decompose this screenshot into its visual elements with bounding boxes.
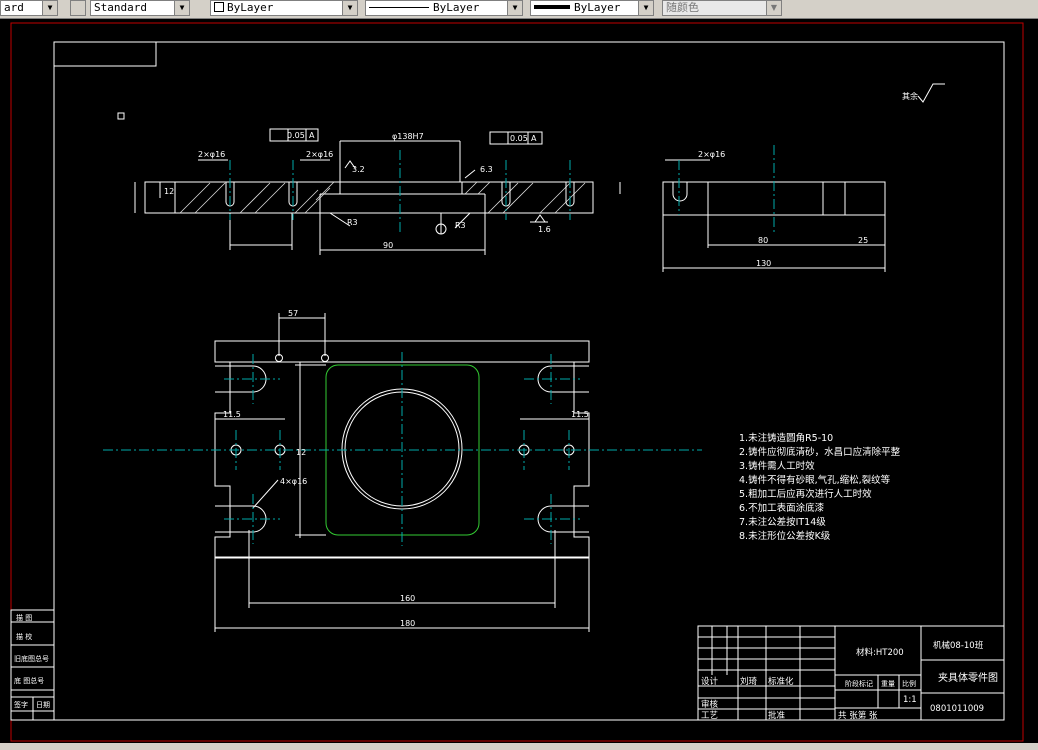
drawing-canvas[interactable]: 0.05 A 0.05 A φ138H7 90 R3 R3 1.6 6.3 3.… xyxy=(0,19,1038,743)
left-strip-label: 签字 xyxy=(14,700,28,709)
tolerance-value-1: 0.05 xyxy=(287,131,305,140)
hole-callout-side: 2×φ16 xyxy=(698,150,725,159)
color-value: 随颜色 xyxy=(666,1,699,14)
snap-marker xyxy=(117,112,125,120)
reviewer-label: 审核 xyxy=(701,699,719,710)
stage-label: 阶段标记 xyxy=(845,679,873,688)
left-strip-label: 描 校 xyxy=(16,632,32,641)
linetype-select[interactable]: ByLayer ▼ xyxy=(365,0,523,16)
datum-label-2: A xyxy=(531,134,537,143)
note-line: 8.未注形位公差按K级 xyxy=(739,530,831,542)
roughness-value-1: 1.6 xyxy=(538,225,551,234)
hole-callout-mid: 2×φ16 xyxy=(306,150,333,159)
plan-dim-160: 160 xyxy=(400,594,415,603)
class-label: 机械08-10班 xyxy=(933,640,984,651)
left-strip-label: 日期 xyxy=(36,701,50,709)
roughness-value-3: 3.2 xyxy=(352,165,365,174)
radius-dim-1: R3 xyxy=(347,218,358,227)
plan-dim-57: 57 xyxy=(288,309,298,318)
lineweight-sample-icon xyxy=(534,5,570,9)
text-style-value: ard xyxy=(4,1,24,14)
chevron-down-icon[interactable]: ▼ xyxy=(342,1,357,15)
left-strip-label: 底 图总号 xyxy=(14,676,44,685)
approve-label: 批准 xyxy=(768,710,786,721)
chevron-down-icon[interactable]: ▼ xyxy=(766,1,781,15)
dim-style-select[interactable]: Standard ▼ xyxy=(90,0,190,16)
width-dimension-90: 90 xyxy=(383,241,393,250)
color-select[interactable]: 随颜色 ▼ xyxy=(662,0,782,16)
properties-toolbar: ard ▼ Standard ▼ ByLayer ▼ ByLayer ▼ ByLayer… xyxy=(0,0,1038,19)
plan-dim-12: 12 xyxy=(296,448,306,457)
side-dim-25: 25 xyxy=(858,236,868,245)
front-view-axes xyxy=(229,150,571,235)
part-name: 夹具体零件图 xyxy=(938,671,998,684)
chevron-down-icon[interactable]: ▼ xyxy=(174,1,189,15)
lineweight-select[interactable]: ByLayer ▼ xyxy=(530,0,654,16)
roughness-value-2: 6.3 xyxy=(480,165,493,174)
chevron-down-icon[interactable]: ▼ xyxy=(42,1,57,15)
linetype-value: ByLayer xyxy=(433,1,480,14)
note-line: 1.未注铸造圆角R5-10 xyxy=(739,432,833,444)
ratio-label: 比例 xyxy=(902,679,916,688)
radius-dim-2: R3 xyxy=(455,221,466,230)
status-bar xyxy=(0,743,1038,750)
process-label: 工艺 xyxy=(701,711,718,721)
note-line: 4.铸件不得有砂眼,气孔,缩松,裂纹等 xyxy=(739,474,891,486)
bore-dimension: φ138H7 xyxy=(392,132,424,141)
code-box xyxy=(53,41,157,67)
note-line: 2.铸件应彻底清砂，水昌口应清除平整 xyxy=(739,446,901,458)
side-dim-80: 80 xyxy=(758,236,768,245)
hole-callout-left: 2×φ16 xyxy=(198,150,225,159)
red-frame xyxy=(10,22,1024,742)
standard-label: 标准化 xyxy=(768,676,794,687)
dim-style-icon[interactable] xyxy=(70,0,86,16)
note-line: 7.未注公差按IT14级 xyxy=(739,516,826,528)
note-line: 5.粗加工后应再次进行人工时效 xyxy=(739,488,872,500)
left-strip-label: 描 图 xyxy=(16,613,32,622)
plan-dim-11-5-right: 11.5 xyxy=(571,410,589,419)
weight-label: 重量 xyxy=(881,680,895,688)
side-dim-130: 130 xyxy=(756,259,771,268)
side-view xyxy=(619,159,886,272)
chevron-down-icon[interactable]: ▼ xyxy=(638,1,653,15)
designer-name: 刘琦 xyxy=(740,676,758,687)
chevron-down-icon[interactable]: ▼ xyxy=(507,1,522,15)
side-view-axes xyxy=(678,145,775,235)
front-section-view xyxy=(134,128,594,255)
hole-callout-4x16: 4×φ16 xyxy=(280,477,307,486)
material-label: 材料:HT200 xyxy=(856,647,904,658)
sheets-label: 共 张第 张 xyxy=(838,710,878,721)
note-line: 3.铸件需人工时效 xyxy=(739,460,815,472)
layer-value: ByLayer xyxy=(227,1,274,14)
left-strip-label: 旧底图总号 xyxy=(14,654,49,663)
designer-label: 设计 xyxy=(701,676,719,687)
drawing-number: 0801011009 xyxy=(930,704,984,714)
technical-notes: 1.未注铸造圆角R5-10 2.铸件应彻底清砂，水昌口应清除平整 3.铸件需人工… xyxy=(739,432,901,542)
tolerance-value-2: 0.05 xyxy=(510,134,528,143)
roughness-symbol xyxy=(917,83,945,103)
note-line: 6.不加工表面涂底漆 xyxy=(739,502,825,514)
roughness-other-label: 其余 xyxy=(902,91,918,101)
lineweight-value: ByLayer xyxy=(574,1,621,14)
linetype-sample-icon xyxy=(369,7,429,8)
plan-view-axes xyxy=(103,352,702,546)
plan-dim-180: 180 xyxy=(400,619,415,628)
dim-style-value: Standard xyxy=(94,1,147,14)
front-dim-12: 12 xyxy=(164,187,174,196)
layer-select[interactable]: ByLayer ▼ xyxy=(210,0,358,16)
drawing-svg: 0.05 A 0.05 A φ138H7 90 R3 R3 1.6 6.3 3.… xyxy=(10,22,1024,742)
plan-dim-11-5-left: 11.5 xyxy=(223,410,241,419)
datum-label-1: A xyxy=(309,131,315,140)
scale-value: 1:1 xyxy=(903,695,917,705)
color-swatch-icon xyxy=(214,2,224,12)
text-style-select[interactable]: ard ▼ xyxy=(0,0,58,16)
